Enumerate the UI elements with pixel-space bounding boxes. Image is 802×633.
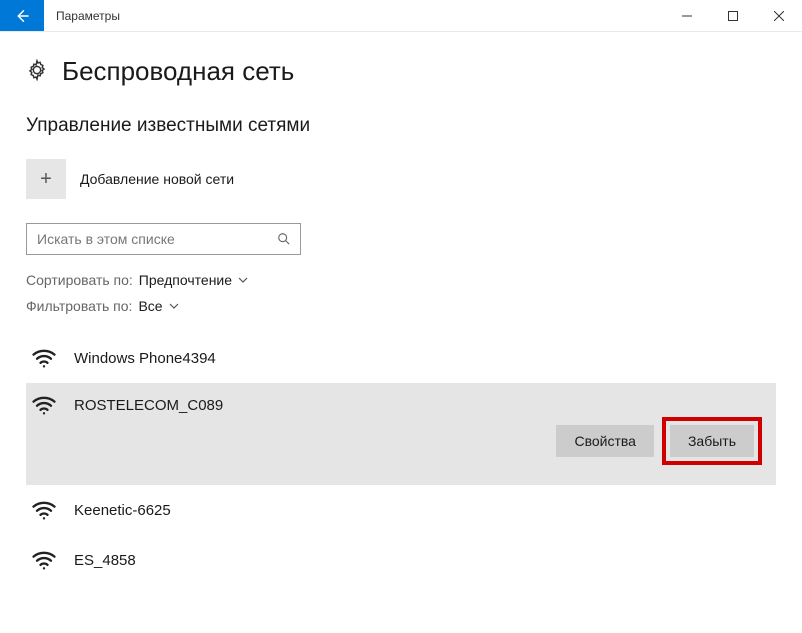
network-item[interactable]: ES_4858: [26, 535, 776, 585]
wifi-icon: [30, 495, 58, 526]
filter-dropdown[interactable]: Все: [138, 299, 178, 313]
search-icon: [277, 232, 291, 246]
content-area: Беспроводная сеть Управление известными …: [0, 32, 802, 585]
wifi-icon: [30, 390, 58, 421]
search-button[interactable]: [268, 232, 300, 246]
sort-value: Предпочтение: [139, 273, 232, 287]
section-subheading: Управление известными сетями: [26, 115, 776, 137]
forget-button[interactable]: Забыть: [670, 425, 754, 457]
minimize-icon: [682, 11, 692, 21]
network-name: ROSTELECOM_C089: [74, 397, 223, 414]
add-network-label: Добавление новой сети: [80, 171, 234, 187]
titlebar: Параметры: [0, 0, 802, 32]
minimize-button[interactable]: [664, 0, 710, 31]
network-item[interactable]: Windows Phone4394: [26, 333, 776, 383]
gear-icon: [26, 59, 48, 84]
chevron-down-icon: [238, 273, 248, 287]
page-title: Беспроводная сеть: [62, 56, 294, 87]
known-networks-list: Windows Phone4394 ROSTELECOM_C089 Свойст…: [26, 333, 776, 585]
close-icon: [774, 11, 784, 21]
properties-button[interactable]: Свойства: [556, 425, 653, 457]
filter-value: Все: [138, 299, 162, 313]
sort-dropdown[interactable]: Предпочтение: [139, 273, 248, 287]
network-item[interactable]: Keenetic-6625: [26, 485, 776, 535]
sort-row: Сортировать по: Предпочтение: [26, 273, 776, 287]
annotation-highlight: Забыть: [662, 417, 762, 465]
wifi-icon: [30, 343, 58, 374]
search-input[interactable]: [27, 231, 268, 247]
page-heading: Беспроводная сеть: [26, 56, 776, 87]
sort-label: Сортировать по:: [26, 273, 133, 287]
close-button[interactable]: [756, 0, 802, 31]
filter-label: Фильтровать по:: [26, 299, 132, 313]
window-title: Параметры: [44, 0, 120, 31]
filter-row: Фильтровать по: Все: [26, 299, 776, 313]
search-box: [26, 223, 301, 255]
network-name: Windows Phone4394: [74, 350, 216, 367]
back-button[interactable]: [0, 0, 44, 31]
plus-icon: +: [26, 159, 66, 199]
network-actions: Свойства Забыть: [556, 417, 762, 465]
chevron-down-icon: [169, 299, 179, 313]
network-item-selected[interactable]: ROSTELECOM_C089 Свойства Забыть: [26, 383, 776, 485]
add-network-button[interactable]: + Добавление новой сети: [26, 159, 776, 199]
maximize-icon: [728, 11, 738, 21]
wifi-icon: [30, 545, 58, 576]
network-name: ES_4858: [74, 552, 136, 569]
maximize-button[interactable]: [710, 0, 756, 31]
arrow-left-icon: [13, 7, 31, 25]
network-name: Keenetic-6625: [74, 502, 171, 519]
